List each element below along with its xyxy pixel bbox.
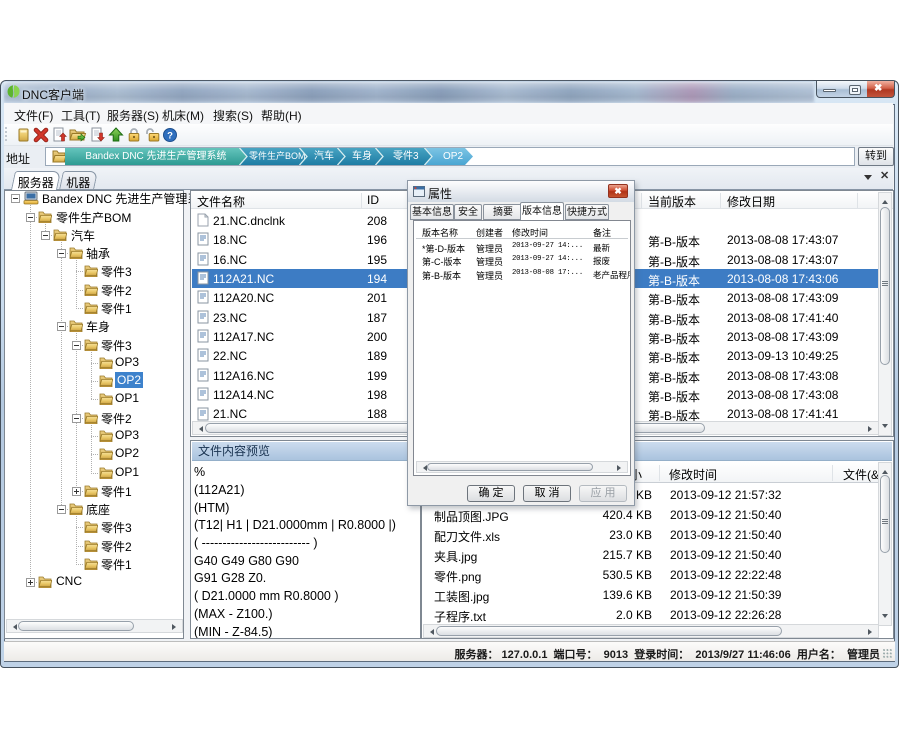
svg-text:?: ? (167, 131, 173, 142)
